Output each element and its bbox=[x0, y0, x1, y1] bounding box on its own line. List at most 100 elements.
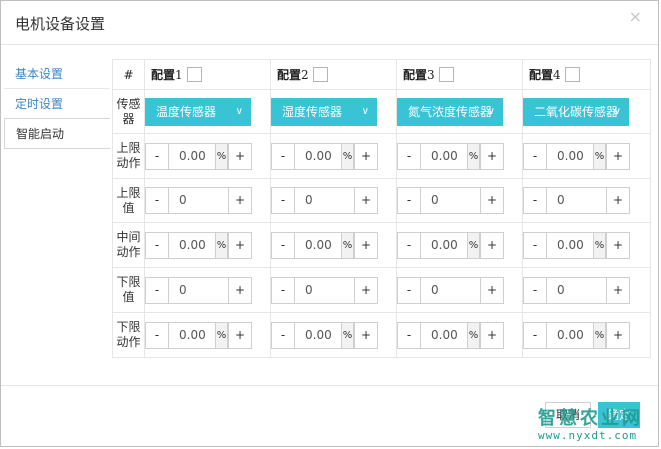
decrement-button[interactable]: - bbox=[523, 321, 547, 349]
decrement-button[interactable]: - bbox=[145, 321, 169, 349]
middle-action-input[interactable]: 0.00 bbox=[547, 231, 593, 259]
sidebar-item-basic[interactable]: 基本设置 bbox=[4, 59, 110, 89]
increment-button[interactable]: + bbox=[228, 142, 252, 170]
middle-action-input[interactable]: 0.00 bbox=[169, 231, 215, 259]
decrement-button[interactable]: - bbox=[397, 142, 421, 170]
device-settings-dialog: 电机设备设置 × 基本设置 定时设置 智能启动 # 配置1 配置2 配置3 配置… bbox=[0, 0, 659, 447]
decrement-button[interactable]: - bbox=[523, 187, 547, 214]
increment-button[interactable]: + bbox=[480, 187, 504, 214]
decrement-button[interactable]: - bbox=[145, 276, 169, 304]
upper-value-input[interactable]: 0 bbox=[421, 187, 480, 214]
row-label-middle-action: 中间 动作 bbox=[112, 222, 145, 268]
config-checkbox[interactable] bbox=[438, 67, 454, 82]
middle-action-row: 中间 动作 -0.00% + -0.00% + -0.00% + -0.00% + bbox=[112, 222, 651, 268]
lower-value-stepper-1: -0 + bbox=[145, 276, 252, 304]
decrement-button[interactable]: - bbox=[397, 187, 421, 214]
increment-button[interactable]: + bbox=[480, 142, 504, 170]
upper-action-input[interactable]: 0.00 bbox=[169, 142, 215, 170]
decrement-button[interactable]: - bbox=[523, 142, 547, 170]
lower-value-input[interactable]: 0 bbox=[295, 276, 354, 304]
increment-button[interactable]: + bbox=[354, 142, 378, 170]
percent-addon: % bbox=[467, 321, 480, 349]
upper-action-stepper-2: -0.00% + bbox=[271, 142, 378, 170]
increment-button[interactable]: + bbox=[354, 276, 378, 304]
upper-value-input[interactable]: 0 bbox=[169, 187, 228, 214]
decrement-button[interactable]: - bbox=[145, 231, 169, 259]
middle-action-stepper-1: -0.00% + bbox=[145, 231, 252, 259]
decrement-button[interactable]: - bbox=[397, 321, 421, 349]
percent-addon: % bbox=[593, 142, 606, 170]
decrement-button[interactable]: - bbox=[271, 321, 295, 349]
sidebar-item-smart-start[interactable]: 智能启动 bbox=[4, 118, 110, 149]
lower-action-input[interactable]: 0.00 bbox=[421, 321, 467, 349]
config-table: # 配置1 配置2 配置3 配置4 传感器 温度传感器 ∨ 湿度传感器 ∨ 氮气浓度… bbox=[112, 59, 651, 358]
upper-value-input[interactable]: 0 bbox=[547, 187, 606, 214]
increment-button[interactable]: + bbox=[606, 142, 630, 170]
config-checkbox[interactable] bbox=[312, 67, 328, 82]
decrement-button[interactable]: - bbox=[145, 142, 169, 170]
hash-header: # bbox=[112, 59, 145, 90]
dialog-header: 电机设备设置 × bbox=[1, 1, 658, 45]
decrement-button[interactable]: - bbox=[397, 231, 421, 259]
upper-action-stepper-4: -0.00% + bbox=[523, 142, 630, 170]
middle-action-input[interactable]: 0.00 bbox=[295, 231, 341, 259]
lower-value-stepper-3: -0 + bbox=[397, 276, 504, 304]
upper-action-row: 上限 动作 -0.00% + -0.00% + -0.00% + -0.00% + bbox=[112, 133, 651, 179]
decrement-button[interactable]: - bbox=[397, 276, 421, 304]
increment-button[interactable]: + bbox=[354, 321, 378, 349]
increment-button[interactable]: + bbox=[354, 187, 378, 214]
increment-button[interactable]: + bbox=[606, 321, 630, 349]
sidebar-item-timer[interactable]: 定时设置 bbox=[4, 89, 110, 119]
lower-action-stepper-4: -0.00% + bbox=[523, 321, 630, 349]
percent-addon: % bbox=[215, 231, 228, 259]
config-header-1: 配置1 bbox=[144, 59, 271, 90]
increment-button[interactable]: + bbox=[228, 321, 252, 349]
config-label: 配置2 bbox=[277, 68, 309, 82]
lower-value-input[interactable]: 0 bbox=[547, 276, 606, 304]
sensor-select-2[interactable]: 湿度传感器 ∨ bbox=[271, 97, 377, 126]
config-checkbox[interactable] bbox=[564, 67, 580, 82]
increment-button[interactable]: + bbox=[228, 276, 252, 304]
config-checkbox[interactable] bbox=[186, 67, 202, 82]
watermark-title: 智慧农业网 bbox=[538, 408, 643, 429]
config-header-2: 配置2 bbox=[270, 59, 397, 90]
chevron-down-icon: ∨ bbox=[487, 105, 495, 117]
decrement-button[interactable]: - bbox=[145, 187, 169, 214]
row-label-lower-action: 下限 动作 bbox=[112, 312, 145, 358]
lower-value-row: 下限值 -0 + -0 + -0 + -0 + bbox=[112, 267, 651, 313]
upper-value-stepper-1: -0 + bbox=[145, 187, 252, 214]
decrement-button[interactable]: - bbox=[271, 187, 295, 214]
footer-divider bbox=[1, 385, 658, 386]
increment-button[interactable]: + bbox=[480, 321, 504, 349]
lower-value-input[interactable]: 0 bbox=[421, 276, 480, 304]
upper-action-input[interactable]: 0.00 bbox=[421, 142, 467, 170]
increment-button[interactable]: + bbox=[480, 276, 504, 304]
lower-action-input[interactable]: 0.00 bbox=[169, 321, 215, 349]
upper-action-input[interactable]: 0.00 bbox=[295, 142, 341, 170]
increment-button[interactable]: + bbox=[228, 187, 252, 214]
config-label: 配置1 bbox=[151, 68, 183, 82]
lower-value-input[interactable]: 0 bbox=[169, 276, 228, 304]
upper-value-input[interactable]: 0 bbox=[295, 187, 354, 214]
lower-action-input[interactable]: 0.00 bbox=[295, 321, 341, 349]
sensor-select-1[interactable]: 温度传感器 ∨ bbox=[145, 97, 251, 126]
decrement-button[interactable]: - bbox=[271, 276, 295, 304]
increment-button[interactable]: + bbox=[606, 276, 630, 304]
middle-action-input[interactable]: 0.00 bbox=[421, 231, 467, 259]
row-label-upper-value: 上限值 bbox=[112, 178, 145, 223]
increment-button[interactable]: + bbox=[480, 231, 504, 259]
watermark-url: www.nyxdt.com bbox=[538, 429, 638, 442]
decrement-button[interactable]: - bbox=[271, 231, 295, 259]
decrement-button[interactable]: - bbox=[271, 142, 295, 170]
decrement-button[interactable]: - bbox=[523, 231, 547, 259]
increment-button[interactable]: + bbox=[606, 187, 630, 214]
decrement-button[interactable]: - bbox=[523, 276, 547, 304]
sensor-select-3[interactable]: 氮气浓度传感器 ∨ bbox=[397, 97, 503, 126]
close-icon[interactable]: × bbox=[629, 9, 642, 25]
lower-action-input[interactable]: 0.00 bbox=[547, 321, 593, 349]
increment-button[interactable]: + bbox=[228, 231, 252, 259]
increment-button[interactable]: + bbox=[606, 231, 630, 259]
increment-button[interactable]: + bbox=[354, 231, 378, 259]
sensor-select-4[interactable]: 二氧化碳传感器 ∨ bbox=[523, 97, 629, 126]
upper-action-input[interactable]: 0.00 bbox=[547, 142, 593, 170]
